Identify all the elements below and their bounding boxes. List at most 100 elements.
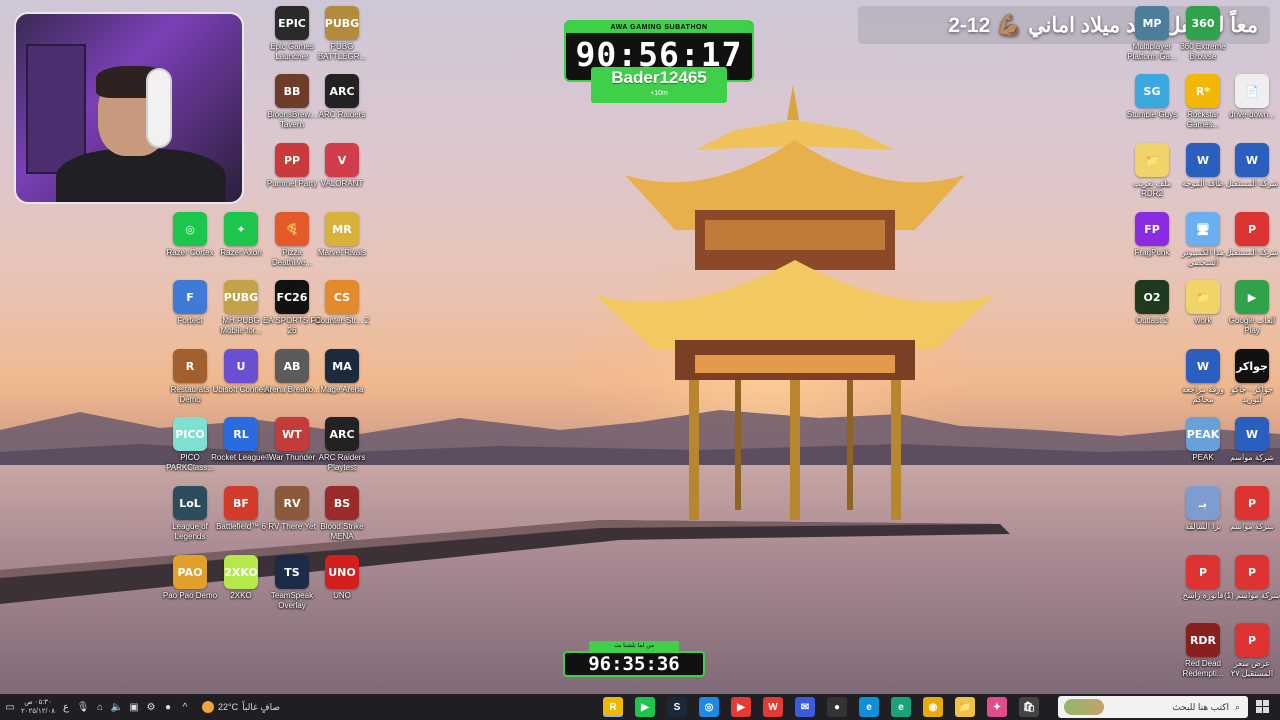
- taskbar-rockstar-app-icon[interactable]: R: [603, 697, 623, 717]
- desktop-icon-razer-cortex[interactable]: ◎ Razer Cortex: [162, 212, 218, 258]
- app-icon: P: [1235, 623, 1269, 657]
- desktop-icon-pubg-battlegr[interactable]: PUBG PUBG BATTLEGR...: [314, 6, 370, 62]
- taskbar-browser-app-icon[interactable]: ◎: [699, 697, 719, 717]
- app-icon: P: [1235, 212, 1269, 246]
- app-icon: 📁: [1135, 143, 1169, 177]
- desktop-icon-fortect[interactable]: F Fortect: [162, 280, 218, 326]
- taskbar-greenplay-app-icon[interactable]: ▶: [635, 697, 655, 717]
- desktop-icon-pao-pao-demo[interactable]: PAO Pao Pao Demo: [162, 555, 218, 601]
- webcam-overlay: [14, 12, 244, 204]
- taskbar-steam-app-icon[interactable]: S: [667, 697, 687, 717]
- app-icon: WT: [275, 417, 309, 451]
- desktop-icon-restaurats-demo[interactable]: R Restaurats Demo: [162, 349, 218, 405]
- search-highlight-icon: [1064, 699, 1104, 715]
- desktop-icon-label: شركة المستقبل: [1225, 179, 1279, 188]
- tray-app3-icon[interactable]: ●: [162, 701, 174, 713]
- desktop-icon-blood-strike-mena[interactable]: BS Blood Strike MENA: [314, 486, 370, 542]
- desktop-icon-label: UNO: [333, 591, 351, 600]
- tray-app2-icon[interactable]: ⚙: [145, 701, 157, 713]
- desktop-icon-pico-parkclass[interactable]: PICO PICO PARKClass...: [162, 417, 218, 473]
- desktop-icon-arc-raiders[interactable]: ARC ARC Raiders: [314, 74, 370, 120]
- desktop-icon-uno[interactable]: UNO UNO: [314, 555, 370, 601]
- app-icon: ARC: [325, 74, 359, 108]
- taskbar-edge-app-icon[interactable]: e: [859, 697, 879, 717]
- desktop-icon-rocket-league[interactable]: RL Rocket League®: [211, 417, 271, 463]
- desktop-icon-label: ARC Raiders: [318, 110, 366, 119]
- language-indicator[interactable]: ع: [60, 701, 72, 713]
- app-icon: FC26: [275, 280, 309, 314]
- app-icon: 🖥: [1186, 212, 1220, 246]
- desktop-icon-1[interactable]: P شركة مواسم (1): [1224, 555, 1280, 601]
- app-icon: R*: [1186, 74, 1220, 108]
- desktop-icon-battlefield-6[interactable]: BF Battlefield™ 6: [213, 486, 269, 532]
- desktop-icon-right-17[interactable]: W شركة مواسم: [1224, 417, 1280, 463]
- taskbar-files-app-icon[interactable]: 📁: [955, 697, 975, 717]
- desktop-icon-pizza-deathlive[interactable]: 🍕 Pizza Deathlive...: [264, 212, 320, 268]
- taskbar-clock[interactable]: ٠٥:٣٠ ص ٢٠٢٥/١٢/٠٨: [21, 698, 55, 716]
- desktop-icon-right-23[interactable]: P عرض سعر المستقبل ٢٧: [1224, 623, 1280, 679]
- webcam-person-body: [56, 149, 226, 202]
- app-icon: بـ: [1186, 486, 1220, 520]
- start-button-windows-icon[interactable]: [1256, 700, 1270, 714]
- weather-widget[interactable]: 22°C صافٍ غالباً: [202, 701, 280, 713]
- desktop-icon-label: Mage Arena: [320, 385, 364, 394]
- app-icon: 🍕: [275, 212, 309, 246]
- app-icon: 2XKO: [224, 555, 258, 589]
- taskbar-messenger-app-icon[interactable]: ✉: [795, 697, 815, 717]
- desktop-icon-label: Blood Strike MENA: [320, 522, 364, 541]
- network-icon[interactable]: ⌂: [94, 701, 106, 713]
- desktop-icon-outlast-2[interactable]: O2 Outlast 2: [1124, 280, 1180, 326]
- desktop-icon-right-7[interactable]: W شركة المستقبل: [1224, 143, 1280, 189]
- desktop-icon-label: ARC Raiders Playtest: [318, 453, 366, 472]
- taskbar-media-app-icon[interactable]: ▶: [731, 697, 751, 717]
- tray-app-icon[interactable]: ▣: [128, 701, 140, 713]
- desktop-icon-razer-axon[interactable]: ✦ Razer Axon: [213, 212, 269, 258]
- desktop-icon-mh-pubg-mobile-for[interactable]: PUBG MH PUBG Mobile for...: [213, 280, 269, 336]
- desktop-icon-right-10[interactable]: P شركة المستقبل: [1224, 212, 1280, 258]
- desktop-icon-fragpunk[interactable]: FP FragPunk: [1124, 212, 1180, 258]
- taskbar-pinwheel-app-icon[interactable]: ✦: [987, 697, 1007, 717]
- search-icon: ⌕: [1234, 701, 1240, 712]
- notification-icon[interactable]: ▭: [4, 701, 16, 713]
- desktop-icon-right-19[interactable]: P شركة مواسم: [1224, 486, 1280, 532]
- desktop-icon-counter-str-2[interactable]: CS Counter-Str... 2: [314, 280, 370, 326]
- app-icon: PICO: [173, 417, 207, 451]
- taskbar-edge2-app-icon[interactable]: e: [891, 697, 911, 717]
- desktop-icon-league-of-legends[interactable]: LoL League of Legends: [162, 486, 218, 542]
- desktop-icon-arc-raiders-playtest[interactable]: ARC ARC Raiders Playtest: [314, 417, 370, 473]
- taskbar-search[interactable]: اكتب هنا للبحث ⌕: [1058, 696, 1248, 718]
- microphone-icon[interactable]: 🎙: [77, 701, 90, 713]
- taskbar-chrome-app-icon[interactable]: ◉: [923, 697, 943, 717]
- show-hidden-icons-chevron-icon[interactable]: ^: [179, 701, 191, 713]
- desktop-icon-right-15[interactable]: جواكر جواكر - جاكو لتوريد: [1224, 349, 1280, 405]
- desktop-icon-label: شركة مواسم: [1229, 453, 1275, 462]
- desktop-icon-google-play[interactable]: ▶ Google ألعاب Play: [1224, 280, 1280, 336]
- desktop-icon-label: جواكر - جاكو لتوريد: [1231, 385, 1273, 404]
- taskbar-wps-app-icon[interactable]: W: [763, 697, 783, 717]
- desktop-icon-label: شركة مواسم: [1229, 522, 1275, 531]
- app-icon: W: [1235, 143, 1269, 177]
- taskbar-apps: R ▶ S ◎ ▶ W ✉ ● e e ◉ 📁 ✦ 🛍: [603, 694, 1039, 720]
- desktop-icon-drive-down[interactable]: 📄 drive-down...: [1224, 74, 1280, 120]
- app-icon: O2: [1135, 280, 1169, 314]
- taskbar-store-app-icon[interactable]: 🛍: [1019, 697, 1039, 717]
- desktop-icon-360-extreme-browse[interactable]: 360 360 Extreme Browse: [1175, 6, 1231, 62]
- volume-icon[interactable]: 🔈: [111, 701, 123, 713]
- desktop-icon-valorant[interactable]: V VALORANT: [314, 143, 370, 189]
- desktop-icon-multiplayer-platform-ga[interactable]: MP Multiplayer Platform Ga...: [1124, 6, 1180, 62]
- desktop-icon-mage-arena[interactable]: MA Mage Arena: [314, 349, 370, 395]
- desktop-icon-rdr2[interactable]: 📁 ملف تعريب RDR2: [1124, 143, 1180, 199]
- taskbar-obs-app-icon[interactable]: ●: [827, 697, 847, 717]
- desktop-icon-teamspeak-overlay[interactable]: TS TeamSpeak Overlay: [264, 555, 320, 611]
- app-icon: BB: [275, 74, 309, 108]
- app-icon: 360: [1186, 6, 1220, 40]
- desktop-icon-marvel-rivals[interactable]: MR Marvel Rivals: [314, 212, 370, 258]
- desktop-icon-ea-sports-fc-26[interactable]: FC26 EA SPORTS FC 26: [263, 280, 321, 336]
- desktop-icon-label: drive-down...: [1229, 110, 1275, 119]
- desktop-icon-2xko[interactable]: 2XKO 2XKO: [213, 555, 269, 601]
- desktop-icon-ubisoft-connect[interactable]: U Ubisoft Connect: [213, 349, 269, 395]
- desktop-icon-rockstar-games[interactable]: R* Rockstar Games...: [1175, 74, 1231, 130]
- desktop-icon-stumble-guys[interactable]: SG Stumble Guys: [1124, 74, 1180, 120]
- desktop-icon-bloonsbrew-tavern[interactable]: BB BloonsBrew... Tavern: [264, 74, 320, 130]
- desktop-icon-right-9[interactable]: 🖥 هذا الكمبيوتر الشخصي: [1175, 212, 1231, 268]
